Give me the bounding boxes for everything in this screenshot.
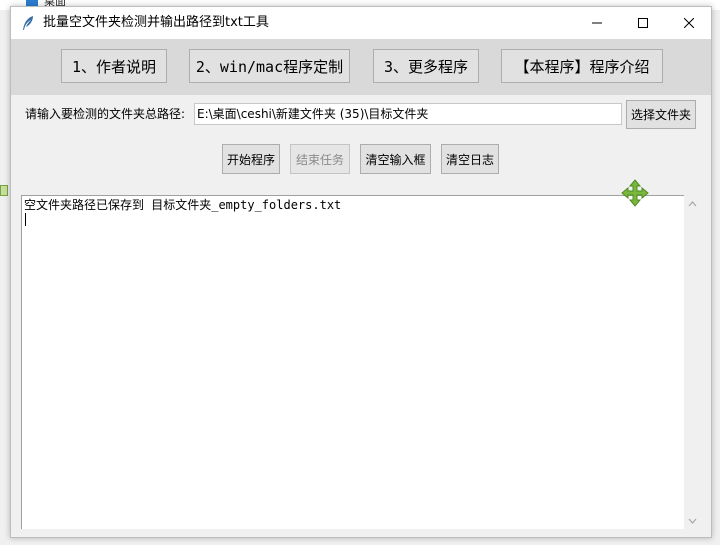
scroll-up-icon[interactable] — [684, 195, 701, 212]
window-title: 批量空文件夹检测并输出路径到txt工具 — [43, 15, 269, 30]
program-intro-button[interactable]: 【本程序】程序介绍 — [501, 49, 663, 83]
close-icon — [684, 18, 694, 28]
close-button[interactable] — [666, 7, 712, 39]
minimize-icon — [592, 22, 602, 24]
author-info-button[interactable]: 1、作者说明 — [61, 49, 167, 83]
app-window: 批量空文件夹检测并输出路径到txt工具 1、作者说明 2、win/mac程序定制… — [10, 6, 712, 538]
minimize-button[interactable] — [574, 7, 620, 39]
maximize-button[interactable] — [620, 7, 666, 39]
move-cursor-icon — [621, 179, 649, 207]
choose-folder-button[interactable]: 选择文件夹 — [626, 100, 696, 129]
scroll-down-icon[interactable] — [684, 512, 701, 529]
path-input[interactable]: E:\桌面\ceshi\新建文件夹 (35)\目标文件夹 — [194, 103, 622, 125]
log-line: 空文件夹路径已保存到 目标文件夹_empty_folders.txt — [24, 198, 342, 212]
top-button-band: 1、作者说明 2、win/mac程序定制 3、更多程序 【本程序】程序介绍 — [11, 39, 711, 95]
start-button[interactable]: 开始程序 — [222, 144, 280, 174]
more-programs-button[interactable]: 3、更多程序 — [373, 49, 479, 83]
path-label: 请输入要检测的文件夹总路径: — [25, 107, 186, 121]
desktop-edge-marker — [0, 185, 8, 196]
maximize-icon — [638, 18, 648, 28]
log-textarea[interactable]: 空文件夹路径已保存到 目标文件夹_empty_folders.txt — [21, 195, 684, 529]
text-caret — [25, 213, 26, 226]
stop-task-button[interactable]: 结束任务 — [290, 144, 350, 174]
clear-input-button[interactable]: 清空输入框 — [360, 144, 431, 174]
clear-log-button[interactable]: 清空日志 — [441, 144, 499, 174]
feather-icon — [23, 16, 33, 30]
log-scrollbar[interactable] — [684, 195, 701, 529]
custom-program-button[interactable]: 2、win/mac程序定制 — [189, 49, 350, 83]
title-bar: 批量空文件夹检测并输出路径到txt工具 — [11, 7, 711, 39]
